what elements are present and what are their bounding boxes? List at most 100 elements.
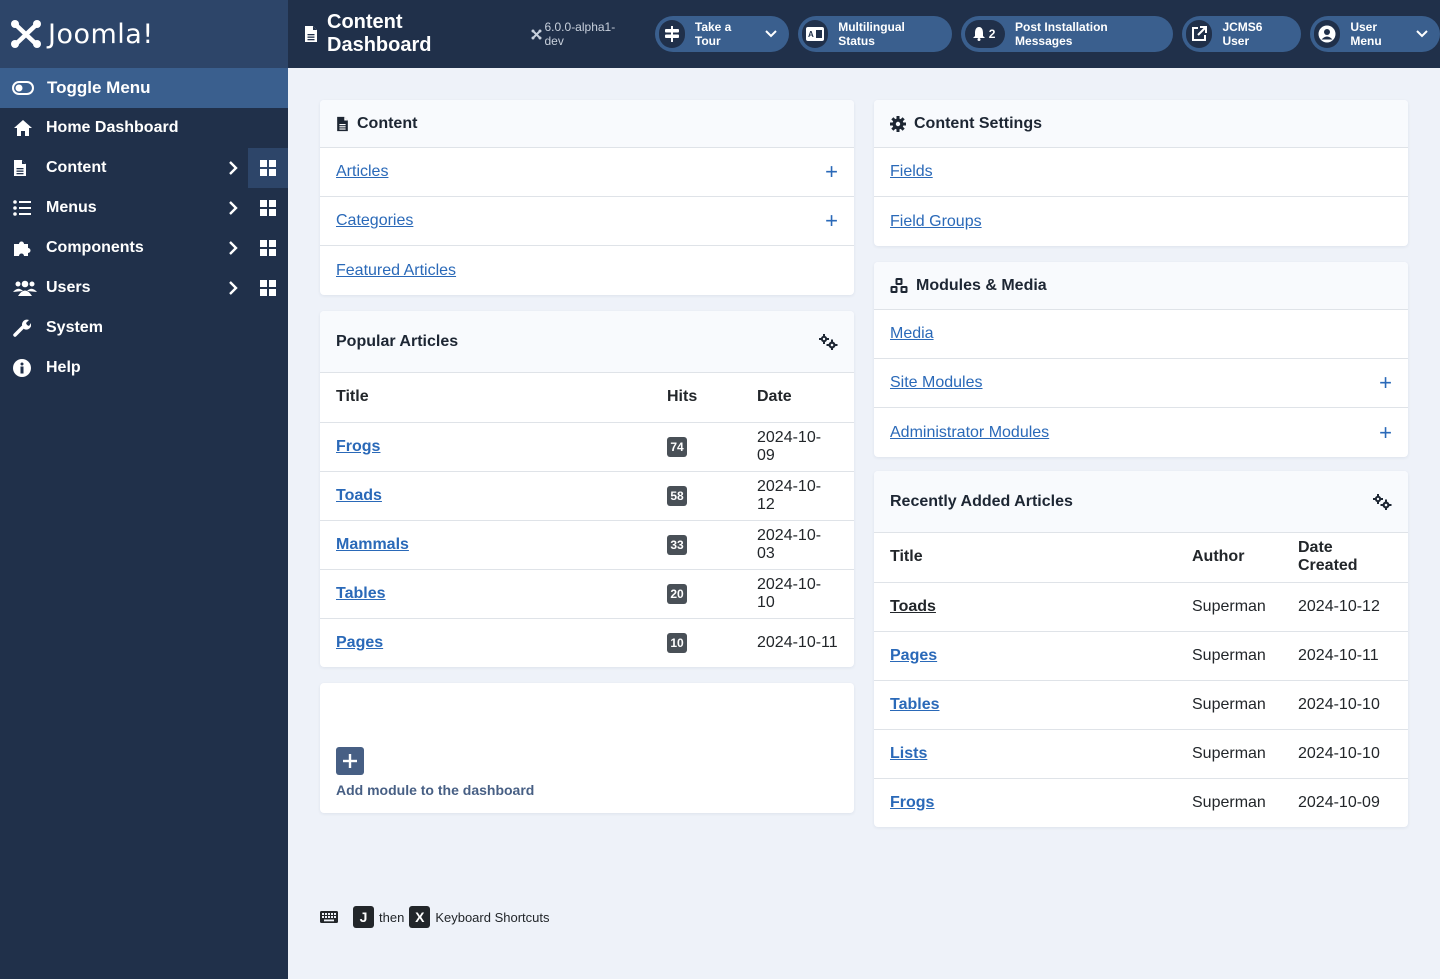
page-title: Content Dashboard — [304, 11, 505, 57]
multilingual-status-button[interactable]: A Multilingual Status — [797, 16, 952, 52]
article-link[interactable]: Lists — [890, 745, 927, 762]
sidebar-item-label: Users — [46, 279, 91, 296]
list-item: Fields — [874, 148, 1408, 197]
info-icon — [0, 359, 46, 377]
chevron-right-icon[interactable] — [218, 280, 248, 296]
featured-articles-link[interactable]: Featured Articles — [336, 262, 456, 280]
article-link[interactable]: Toads — [890, 598, 936, 615]
card-header: Content — [320, 100, 854, 148]
take-a-tour-button[interactable]: Take a Tour — [654, 16, 789, 52]
sidebar-item-menus[interactable]: Menus — [0, 188, 288, 228]
list-item: Media — [874, 310, 1408, 359]
svg-text:A: A — [808, 30, 814, 39]
chevron-right-icon[interactable] — [218, 240, 248, 256]
site-link-label: JCMS6 User — [1222, 20, 1263, 48]
fields-link[interactable]: Fields — [890, 163, 933, 181]
article-link[interactable]: Frogs — [890, 794, 934, 811]
sidebar-item-content[interactable]: Content — [0, 148, 288, 188]
articles-link[interactable]: Articles — [336, 163, 388, 181]
article-link[interactable]: Mammals — [336, 536, 409, 553]
external-link-icon — [1185, 20, 1213, 48]
date-cell: 2024-10-03 — [757, 520, 854, 570]
column-header-author: Author — [1192, 533, 1298, 583]
card-header: Popular Articles — [320, 311, 854, 373]
toggle-menu-button[interactable]: Toggle Menu — [0, 68, 288, 108]
list-item: Administrator Modules + — [874, 408, 1408, 457]
add-site-module-plus-icon[interactable]: + — [1379, 372, 1392, 394]
puzzle-icon — [0, 239, 46, 257]
dashboard-grid-icon[interactable] — [248, 188, 288, 228]
chevron-right-icon[interactable] — [218, 200, 248, 216]
table-row: Frogs Superman 2024-10-09 — [874, 778, 1408, 827]
column-header-date-created: Date Created — [1298, 533, 1408, 583]
article-link[interactable]: Pages — [890, 647, 937, 664]
add-article-plus-icon[interactable]: + — [825, 161, 838, 183]
card-title: Recently Added Articles — [890, 492, 1073, 510]
sidebar-item-help[interactable]: Help — [0, 348, 288, 388]
add-module-button[interactable] — [336, 747, 364, 775]
sidebar-item-home-dashboard[interactable]: Home Dashboard — [0, 108, 288, 148]
add-category-plus-icon[interactable]: + — [825, 210, 838, 232]
logo[interactable]: Joomla! — [0, 0, 288, 68]
media-link[interactable]: Media — [890, 325, 934, 343]
dashboard-grid-icon[interactable] — [248, 228, 288, 268]
recent-articles-table: Title Author Date Created Toads Superman… — [874, 533, 1408, 827]
version-label: 6.0.0-alpha1-dev — [531, 20, 631, 48]
add-module-card: Add module to the dashboard — [320, 683, 854, 813]
article-link[interactable]: Tables — [336, 585, 386, 602]
bell-icon: 2 — [964, 20, 1006, 48]
administrator-modules-link[interactable]: Administrator Modules — [890, 424, 1049, 442]
joomla-small-icon — [531, 29, 542, 40]
content-card: Content Articles + Categories + Featured… — [320, 100, 854, 295]
card-title: Modules & Media — [916, 276, 1047, 294]
table-row: Lists Superman 2024-10-10 — [874, 729, 1408, 779]
author-cell: Superman — [1192, 793, 1266, 811]
sidebar-item-users[interactable]: Users — [0, 268, 288, 308]
file-icon — [0, 159, 46, 177]
site-modules-link[interactable]: Site Modules — [890, 374, 983, 392]
add-module-label[interactable]: Add module to the dashboard — [336, 782, 838, 798]
dashboard-grid-icon[interactable] — [248, 268, 288, 308]
multilingual-status-label: Multilingual Status — [838, 20, 905, 48]
list-item: Site Modules + — [874, 359, 1408, 408]
dashboard-grid-icon[interactable] — [248, 148, 288, 188]
article-link[interactable]: Frogs — [336, 438, 380, 455]
gears-icon[interactable] — [1372, 493, 1392, 510]
key-j: J — [353, 906, 374, 928]
add-admin-module-plus-icon[interactable]: + — [1379, 421, 1392, 444]
article-link[interactable]: Tables — [890, 696, 940, 713]
chevron-down-icon — [1416, 30, 1428, 38]
chevron-right-icon[interactable] — [218, 160, 248, 176]
popular-articles-card: Popular Articles Title Hits Date Frogs 7… — [320, 311, 854, 667]
gear-icon — [890, 115, 906, 132]
recent-articles-card: Recently Added Articles Title Author Dat… — [874, 471, 1408, 827]
date-cell: 2024-10-10 — [1298, 680, 1408, 730]
column-header-title: Title — [874, 533, 1192, 583]
user-circle-icon — [1314, 20, 1341, 48]
article-link[interactable]: Pages — [336, 634, 383, 651]
article-link[interactable]: Toads — [336, 487, 382, 504]
chevron-down-icon — [764, 30, 777, 38]
categories-link[interactable]: Categories — [336, 212, 413, 230]
user-menu-button[interactable]: User Menu — [1310, 16, 1440, 52]
site-link-button[interactable]: JCMS6 User — [1181, 16, 1302, 52]
gears-icon[interactable] — [818, 333, 838, 350]
sidebar-item-label: Components — [46, 239, 144, 256]
hits-badge: 74 — [667, 436, 687, 457]
field-groups-link[interactable]: Field Groups — [890, 213, 982, 231]
sidebar-item-label: System — [46, 319, 103, 336]
keyboard-shortcuts-hint[interactable]: J then X Keyboard Shortcuts — [320, 906, 550, 928]
list-item: Field Groups — [874, 197, 1408, 246]
post-installation-messages-button[interactable]: 2 Post Installation Messages — [960, 16, 1173, 52]
date-cell: 2024-10-09 — [757, 422, 854, 472]
take-a-tour-label: Take a Tour — [694, 20, 732, 48]
cubes-icon — [890, 277, 908, 294]
sidebar-item-label: Home Dashboard — [46, 119, 179, 136]
date-cell: 2024-10-12 — [1298, 582, 1408, 632]
sidebar-item-components[interactable]: Components — [0, 228, 288, 268]
card-title: Content Settings — [914, 114, 1042, 132]
sidebar-item-system[interactable]: System — [0, 308, 288, 348]
content-settings-card: Content Settings Fields Field Groups — [874, 100, 1408, 246]
sidebar-item-label: Content — [46, 159, 107, 176]
top-header: Content Dashboard 6.0.0-alpha1-dev Take … — [288, 0, 1440, 68]
